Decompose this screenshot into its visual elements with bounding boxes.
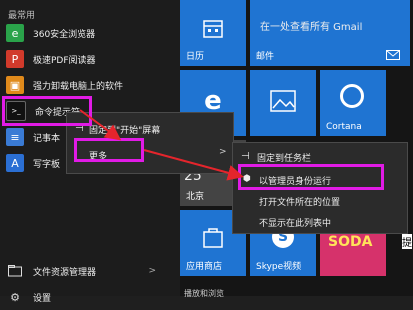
arrow-to-more [79, 109, 122, 141]
arrow-to-run-as-admin [143, 149, 244, 181]
annotation-arrows [79, 109, 244, 181]
